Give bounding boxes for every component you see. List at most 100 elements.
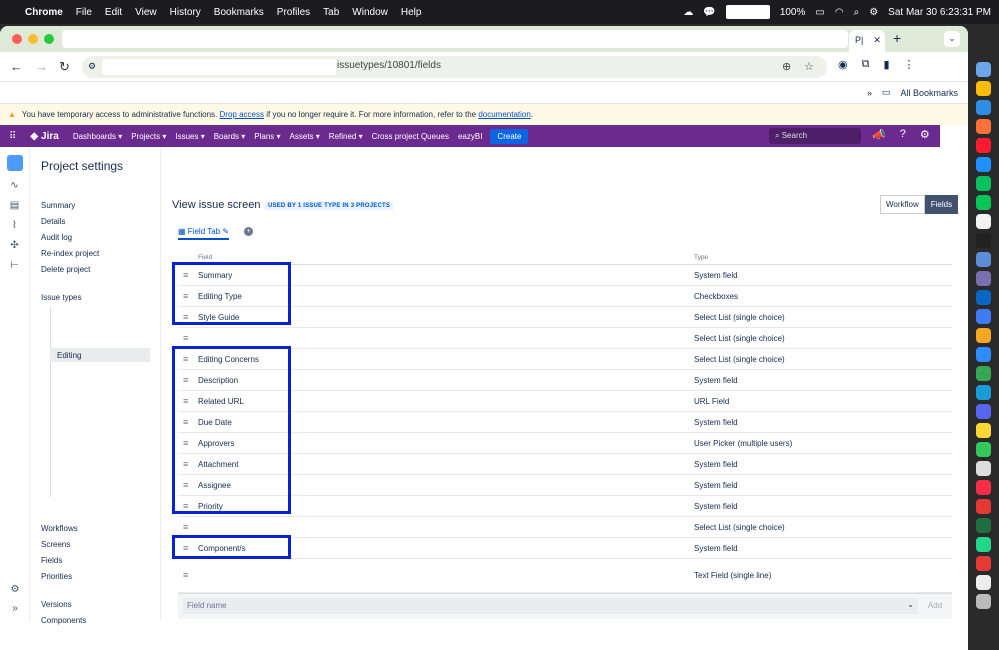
chrome-menu-icon[interactable]: ⋮: [904, 58, 915, 71]
chrome-icon[interactable]: [975, 81, 991, 96]
usage-badge[interactable]: USED BY 1 ISSUE TYPE IN 3 PROJECTS: [265, 202, 394, 210]
components-icon[interactable]: ✣: [10, 240, 18, 251]
menu-tab[interactable]: Tab: [323, 7, 339, 18]
address-bar[interactable]: ⚙ issuetypes/10801/fields ⊕ ☆: [82, 56, 827, 78]
table-row[interactable]: ≡ Text Field (single line): [178, 559, 952, 593]
project-avatar-icon[interactable]: [6, 155, 23, 171]
battery-icon[interactable]: ▭: [815, 7, 824, 18]
table-row[interactable]: ≡ Style Guide Select List (single choice): [178, 307, 952, 328]
minimize-window-button[interactable]: [28, 34, 38, 44]
table-row[interactable]: ≡ Assignee System field: [178, 475, 952, 496]
zoom-icon-dock[interactable]: [975, 347, 991, 362]
add-tab-icon[interactable]: +: [244, 227, 253, 236]
add-button[interactable]: Add: [922, 598, 948, 614]
excel-icon[interactable]: [975, 518, 991, 533]
new-tab-icon[interactable]: +: [893, 30, 901, 46]
sidebar-item-screens[interactable]: Screens: [41, 540, 70, 549]
maps-icon[interactable]: [975, 366, 991, 381]
fields-button[interactable]: Fields: [924, 195, 959, 214]
nav-dashboards[interactable]: Dashboards ▾: [73, 132, 122, 141]
project-settings-icon[interactable]: ⚙: [11, 584, 20, 595]
vscode-icon[interactable]: [975, 290, 991, 305]
teams-icon[interactable]: [975, 385, 991, 400]
jira-logo[interactable]: ◆ Jira: [30, 131, 59, 142]
zoom-icon[interactable]: ⊕: [782, 60, 791, 73]
tab-field-tab[interactable]: ▦ Field Tab ✎: [178, 227, 230, 240]
table-row[interactable]: ≡ Select List (single choice): [178, 328, 952, 349]
datetime[interactable]: Sat Mar 30 6:23:31 PM: [888, 7, 991, 18]
settings-gear-icon[interactable]: ⚙: [920, 128, 930, 141]
drag-handle-icon[interactable]: ≡: [183, 333, 188, 343]
expand-sidebar-icon[interactable]: »: [12, 603, 18, 614]
table-row[interactable]: ≡ Select List (single choice): [178, 517, 952, 538]
field-name-select[interactable]: Field name ⌄: [183, 598, 918, 614]
side-panel-icon[interactable]: ▮: [883, 58, 889, 71]
activity-icon[interactable]: ∿: [10, 180, 18, 191]
tableplus-icon[interactable]: [975, 461, 991, 476]
bookmark-star-icon[interactable]: ☆: [804, 60, 814, 73]
menu-edit[interactable]: Edit: [105, 7, 122, 18]
drop-access-link[interactable]: Drop access: [220, 110, 264, 119]
line-icon[interactable]: [975, 195, 991, 210]
sidebar-heading-issue-types[interactable]: Issue types: [41, 293, 81, 302]
menu-file[interactable]: File: [76, 7, 92, 18]
sidebar-item-workflows[interactable]: Workflows: [41, 524, 78, 533]
document-icon[interactable]: [975, 575, 991, 590]
announcement-icon[interactable]: 📣: [872, 128, 886, 141]
menu-profiles[interactable]: Profiles: [277, 7, 310, 18]
sidebar-item-audit-log[interactable]: Audit log: [41, 233, 72, 242]
eclipse-icon[interactable]: [975, 271, 991, 286]
search-input[interactable]: ⌕ Search: [769, 128, 861, 144]
opera-icon[interactable]: [975, 138, 991, 153]
messages-icon[interactable]: [975, 442, 991, 457]
extension-ca-icon[interactable]: ◉: [838, 58, 848, 71]
help-icon[interactable]: ?: [900, 128, 906, 141]
table-row[interactable]: ≡ Approvers User Picker (multiple users): [178, 433, 952, 454]
extensions-puzzle-icon[interactable]: ⧉: [862, 58, 870, 71]
control-center-icon[interactable]: ⚙: [869, 7, 878, 18]
forward-icon[interactable]: →: [35, 59, 48, 74]
finder-icon[interactable]: [975, 62, 991, 77]
create-button[interactable]: Create: [490, 128, 529, 144]
tab-search-chevron-icon[interactable]: ⌄: [944, 31, 960, 47]
avatar[interactable]: [940, 125, 968, 147]
pdf-icon[interactable]: [975, 556, 991, 571]
nav-eazybi[interactable]: eazyBI: [458, 132, 482, 141]
table-row[interactable]: ≡ Related URL URL Field: [178, 391, 952, 412]
sidebar-item-summary[interactable]: Summary: [41, 201, 75, 210]
pycharm-icon[interactable]: [975, 537, 991, 552]
acrobat-icon[interactable]: [975, 499, 991, 514]
table-row[interactable]: ≡ Priority System field: [178, 496, 952, 517]
wechat-dock-icon[interactable]: [975, 176, 991, 191]
drag-handle-icon[interactable]: ≡: [183, 570, 188, 580]
sidebar-item-components[interactable]: Components: [41, 616, 86, 625]
url-text[interactable]: issuetypes/10801/fields: [337, 60, 441, 71]
menu-view[interactable]: View: [135, 7, 157, 18]
nav-refined[interactable]: Refined ▾: [329, 132, 363, 141]
sidebar-item-delete-project[interactable]: Delete project: [41, 265, 90, 274]
nav-cross-project-queues[interactable]: Cross project Queues: [372, 132, 449, 141]
workflow-button[interactable]: Workflow: [880, 195, 925, 214]
close-window-button[interactable]: [12, 34, 22, 44]
table-row[interactable]: ≡ Summary System field: [178, 265, 952, 286]
cloud-app-icon[interactable]: [975, 309, 991, 324]
table-row[interactable]: ≡ Editing Type Checkboxes: [178, 286, 952, 307]
sidebar-item-editing[interactable]: Editing: [50, 348, 150, 362]
drag-handle-icon[interactable]: ≡: [183, 522, 188, 532]
table-row[interactable]: ≡ Attachment System field: [178, 454, 952, 475]
documentation-link[interactable]: documentation: [478, 110, 530, 119]
nav-projects[interactable]: Projects ▾: [131, 132, 166, 141]
calendar-icon[interactable]: [975, 214, 991, 229]
bookmarks-overflow-icon[interactable]: »: [867, 88, 872, 98]
all-bookmarks[interactable]: All Bookmarks: [900, 88, 958, 98]
menubar-app-name[interactable]: Chrome: [25, 7, 63, 18]
edge-icon[interactable]: [975, 100, 991, 115]
nav-plans[interactable]: Plans ▾: [254, 132, 280, 141]
menu-help[interactable]: Help: [401, 7, 422, 18]
back-icon[interactable]: ←: [10, 59, 23, 74]
sidebar-item-versions[interactable]: Versions: [41, 600, 72, 609]
firefox-icon[interactable]: [975, 119, 991, 134]
discord-icon[interactable]: [975, 404, 991, 419]
edit-pencil-icon[interactable]: ✎: [222, 227, 229, 236]
terminal-icon[interactable]: [975, 233, 991, 248]
